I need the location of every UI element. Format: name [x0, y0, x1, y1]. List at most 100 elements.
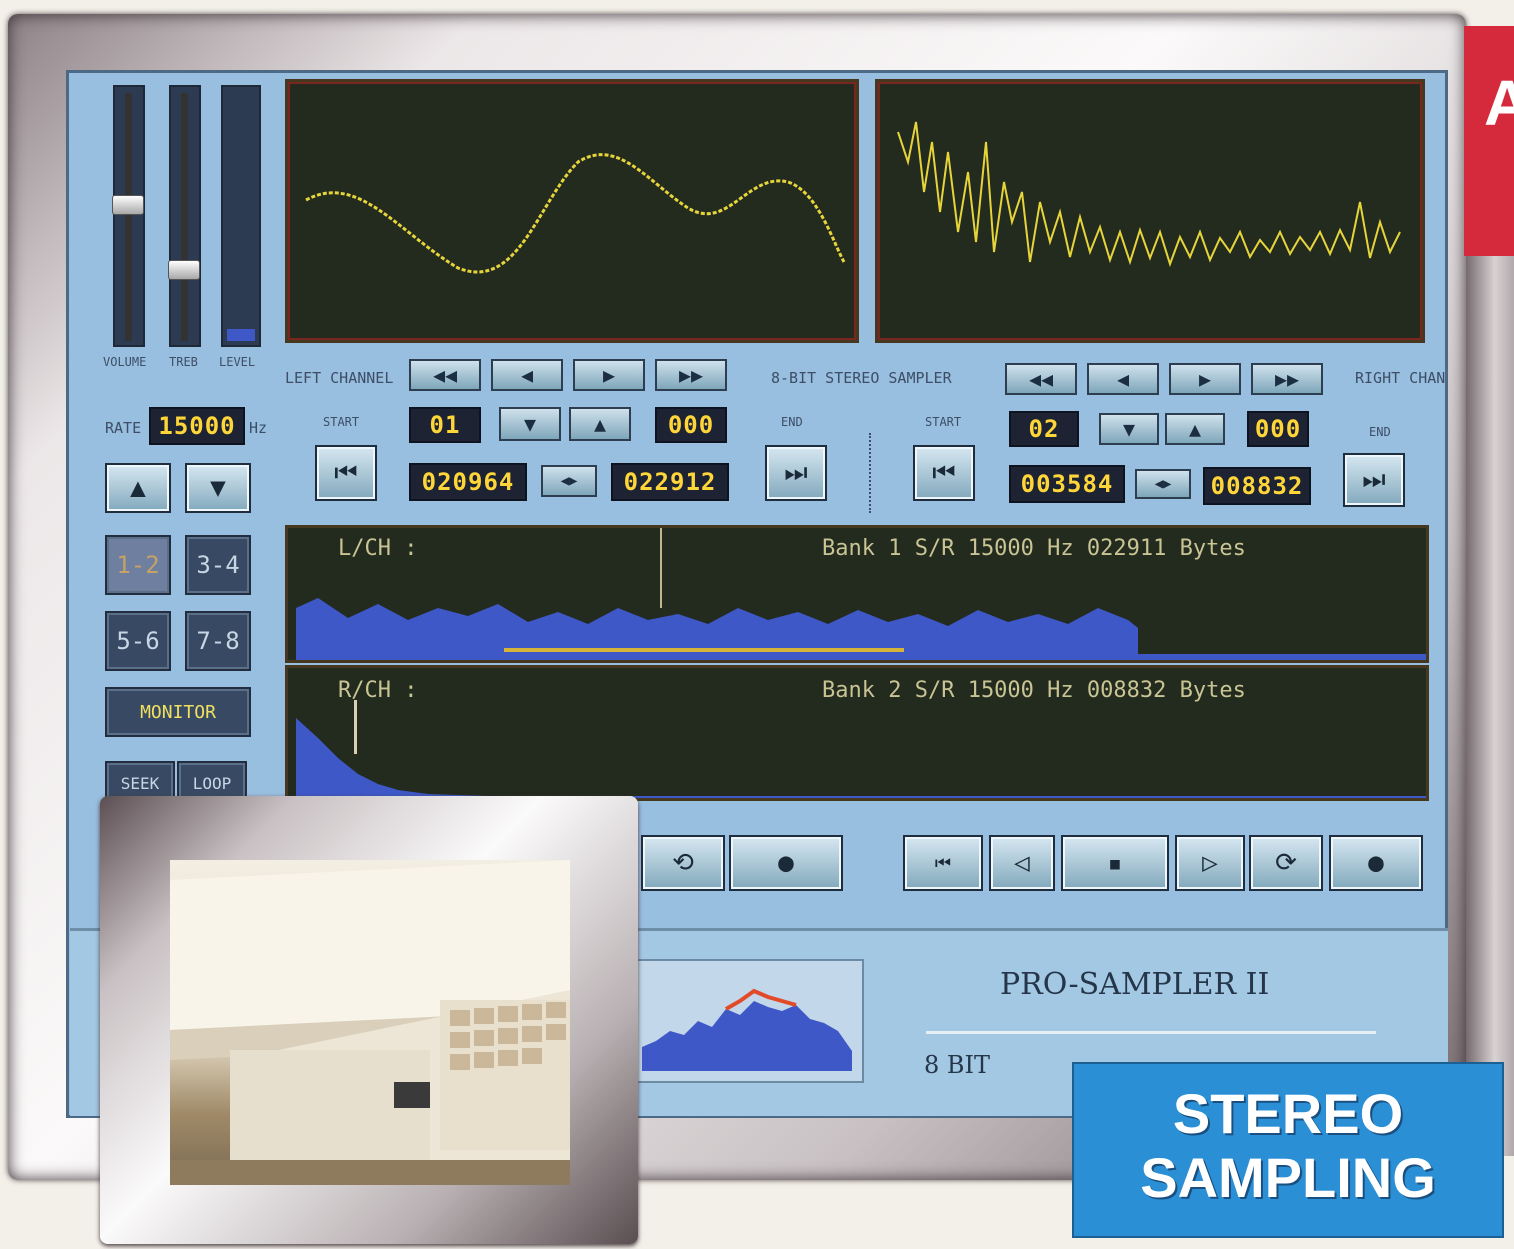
right-scroll-down-button[interactable]: ▼ — [1099, 413, 1159, 445]
scroll-down-icon: ▼ — [523, 412, 537, 436]
level-meter-fill — [227, 329, 255, 341]
right-set-start-button[interactable]: ⏮ — [913, 445, 975, 501]
scroll-down-icon: ▼ — [1122, 417, 1136, 441]
step-back-icon: ◀ — [1116, 367, 1130, 391]
loop-play-button[interactable]: ⟳ — [1249, 835, 1323, 891]
right-end-label: END — [1369, 425, 1391, 439]
right-wave-panel: R/CH : Bank 2 S/R 15000 Hz 008832 Bytes — [285, 665, 1429, 801]
level-meter — [221, 85, 261, 347]
play-icon: ▷ — [1202, 848, 1218, 878]
set-start-icon: ⏮ — [334, 457, 358, 488]
rate-display[interactable]: 15000 — [149, 407, 245, 445]
arrow-down-icon: ▼ — [210, 473, 226, 503]
left-link-button[interactable]: ◀▶ — [541, 465, 597, 497]
skip-start-icon: ⏮ — [934, 852, 952, 874]
right-channel-label: RIGHT CHANNEL — [1355, 369, 1446, 387]
skip-start-button[interactable]: ⏮ — [903, 835, 983, 891]
left-fast-forward-button[interactable]: ▶▶ — [655, 359, 727, 391]
left-record-button[interactable]: ● — [729, 835, 843, 891]
level-label: LEVEL — [219, 355, 256, 369]
loop-toggle-button[interactable]: ⟲ — [641, 835, 725, 891]
computer-illustration — [170, 860, 570, 1185]
left-wave-header: L/CH : — [338, 536, 418, 561]
volume-knob[interactable] — [112, 195, 144, 215]
stereo-sampling-badge: STEREO SAMPLING — [1072, 1062, 1504, 1238]
channel-1-2-button[interactable]: 1-2 — [105, 535, 171, 595]
left-wave-info: Bank 1 S/R 15000 Hz 022911 Bytes — [822, 536, 1246, 561]
right-set-end-button[interactable]: ⏭ — [1343, 453, 1405, 507]
channel-divider — [869, 433, 871, 513]
spectrum-box — [634, 959, 864, 1083]
stop-icon: ■ — [1110, 853, 1120, 873]
app-title: PRO-SAMPLER II — [1000, 967, 1270, 1002]
badge-line-1: STEREO — [1172, 1082, 1404, 1145]
scroll-up-icon: ▲ — [593, 412, 607, 436]
left-waveform — [296, 598, 1426, 660]
right-start-display[interactable]: 003584 — [1009, 465, 1125, 503]
loop-icon: ⟲ — [672, 848, 694, 878]
rewind-icon: ◀◀ — [1028, 367, 1054, 391]
monitor-button[interactable]: MONITOR — [105, 687, 251, 737]
left-offset-display[interactable]: 000 — [655, 407, 727, 443]
right-scroll-up-button[interactable]: ▲ — [1165, 413, 1225, 445]
spectrum-graph — [642, 988, 852, 1071]
left-scroll-down-button[interactable]: ▼ — [499, 407, 561, 441]
side-strip — [1466, 256, 1514, 1156]
volume-label: VOLUME — [103, 355, 147, 369]
channel-3-4-button[interactable]: 3-4 — [185, 535, 251, 595]
right-end-display[interactable]: 008832 — [1203, 467, 1311, 505]
channel-5-6-button[interactable]: 5-6 — [105, 611, 171, 671]
left-start-label: START — [323, 415, 360, 429]
treble-label: TREB — [169, 355, 198, 369]
set-start-icon: ⏮ — [932, 457, 956, 488]
step-forward-icon: ▶ — [602, 363, 616, 387]
stereo-sampler-label: 8-BIT STEREO SAMPLER — [771, 369, 952, 387]
right-bank-display[interactable]: 02 — [1009, 411, 1079, 447]
right-scope-trace — [897, 121, 1401, 268]
play-reverse-icon: ◁ — [1014, 848, 1030, 878]
right-link-button[interactable]: ◀▶ — [1135, 469, 1191, 499]
left-step-forward-button[interactable]: ▶ — [573, 359, 645, 391]
treble-knob[interactable] — [168, 259, 200, 280]
treble-slider[interactable] — [168, 85, 201, 347]
right-record-button[interactable]: ● — [1329, 835, 1423, 891]
rate-unit: Hz — [249, 419, 268, 437]
fast-forward-icon: ▶▶ — [678, 363, 704, 387]
set-end-icon: ⏭ — [1362, 464, 1386, 495]
left-bank-display[interactable]: 01 — [409, 407, 481, 443]
right-offset-display[interactable]: 000 — [1247, 411, 1309, 447]
channel-7-8-button[interactable]: 7-8 — [185, 611, 251, 671]
left-scroll-up-button[interactable]: ▲ — [569, 407, 631, 441]
set-end-icon: ⏭ — [784, 457, 808, 488]
corner-tab: A — [1464, 26, 1514, 256]
app-subtitle: 8 BIT — [924, 1051, 991, 1079]
record-icon: ● — [1368, 848, 1384, 878]
rate-up-button[interactable]: ▲ — [105, 463, 171, 513]
arrow-up-icon: ▲ — [130, 473, 146, 503]
right-step-forward-button[interactable]: ▶ — [1169, 363, 1241, 395]
volume-slider[interactable] — [112, 85, 145, 347]
title-rule — [926, 1031, 1376, 1034]
step-back-icon: ◀ — [520, 363, 534, 387]
left-rewind-button[interactable]: ◀◀ — [409, 359, 481, 391]
right-rewind-button[interactable]: ◀◀ — [1005, 363, 1077, 395]
play-reverse-button[interactable]: ◁ — [989, 835, 1055, 891]
left-set-end-button[interactable]: ⏭ — [765, 445, 827, 501]
link-icon: ◀▶ — [560, 473, 578, 489]
stop-button[interactable]: ■ — [1061, 835, 1169, 891]
rate-label: RATE — [105, 419, 142, 437]
rate-down-button[interactable]: ▼ — [185, 463, 251, 513]
rewind-icon: ◀◀ — [432, 363, 458, 387]
left-step-back-button[interactable]: ◀ — [491, 359, 563, 391]
left-channel-label: LEFT CHANNEL — [285, 369, 394, 387]
fast-forward-icon: ▶▶ — [1274, 367, 1300, 391]
play-button[interactable]: ▷ — [1175, 835, 1245, 891]
right-scope — [875, 79, 1425, 343]
right-step-back-button[interactable]: ◀ — [1087, 363, 1159, 395]
record-icon: ● — [778, 848, 794, 878]
left-end-display[interactable]: 022912 — [611, 463, 729, 501]
left-start-display[interactable]: 020964 — [409, 463, 527, 501]
left-set-start-button[interactable]: ⏮ — [315, 445, 377, 501]
left-scope — [285, 79, 859, 343]
right-fast-forward-button[interactable]: ▶▶ — [1251, 363, 1323, 395]
